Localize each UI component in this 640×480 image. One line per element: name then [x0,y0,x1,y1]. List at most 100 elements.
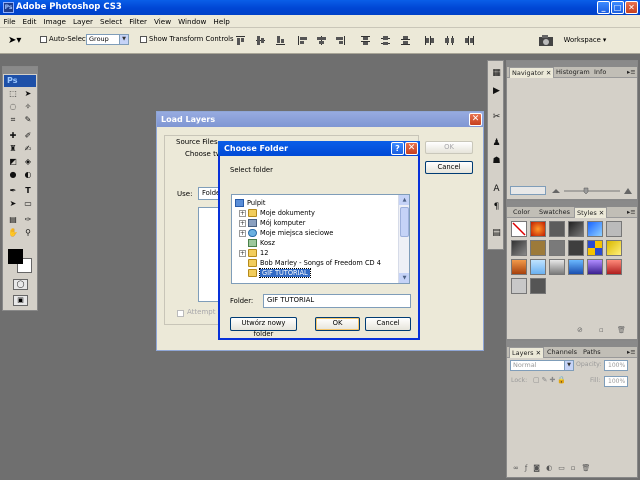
load-layers-ok-button[interactable]: OK [425,141,473,154]
tree-item-pulpit[interactable]: Pulpit [235,198,265,208]
panel-menu-icon[interactable]: ▸≡ [625,207,638,218]
move-tool-icon[interactable]: ➤ [21,88,35,100]
align-vcenter-icon[interactable] [255,35,266,46]
zoom-tool-icon[interactable]: ⚲ [21,227,35,239]
type-tool-icon[interactable]: T [21,185,35,197]
tab-layers[interactable]: Layers ✕ [509,347,545,358]
lock-icons[interactable]: ▢✎✚🔒 [533,376,568,384]
opacity-field[interactable]: 100% [604,360,628,371]
distribute-hcenter-icon[interactable] [444,35,455,46]
eraser-tool-icon[interactable]: ◩ [6,156,20,168]
tab-paths[interactable]: Paths [581,347,603,358]
style-swatch[interactable] [511,278,527,294]
style-swatch[interactable] [511,240,527,256]
layer-actions-bar[interactable]: ∞ƒ◙◐▭▫🗑 [513,464,596,472]
character-dock-icon[interactable]: A [490,183,503,196]
slice-tool-icon[interactable]: ✎ [21,114,35,126]
folder-tree[interactable]: Pulpit + Moje dokumenty + Mój komputer +… [231,194,410,284]
magic-wand-tool-icon[interactable]: ✧ [21,101,35,113]
style-swatch[interactable] [530,221,546,237]
tree-item-bob-marley[interactable]: Bob Marley - Songs of Freedom CD 4 [248,258,381,268]
style-swatch[interactable] [606,259,622,275]
style-swatch[interactable] [568,240,584,256]
distribute-left-icon[interactable] [424,35,435,46]
style-swatch[interactable] [568,259,584,275]
folder-name-input[interactable]: GIF TUTORIAL [263,294,411,308]
healing-brush-tool-icon[interactable]: ✚ [6,130,20,142]
attempt-align-checkbox[interactable] [177,310,184,317]
fill-field[interactable]: 100% [604,376,628,387]
paragraph-dock-icon[interactable]: ¶ [490,201,503,214]
menu-view[interactable]: View [151,15,175,28]
menu-filter[interactable]: Filter [126,15,151,28]
align-top-icon[interactable] [235,35,246,46]
style-swatch[interactable] [606,221,622,237]
expand-icon[interactable]: + [239,220,246,227]
expand-icon[interactable]: + [239,250,246,257]
zoom-level-field[interactable] [510,186,546,195]
paint-bucket-tool-icon[interactable]: ◈ [21,156,35,168]
style-swatch[interactable] [530,240,546,256]
tab-styles[interactable]: Styles ✕ [574,207,608,218]
tree-scrollbar[interactable]: ▲ ▼ [398,195,409,283]
tab-swatches[interactable]: Swatches [537,207,572,218]
panel-menu-icon[interactable]: ▸≡ [625,67,638,78]
choose-folder-close-button[interactable]: ✕ [405,142,418,155]
auto-select-dropdown[interactable]: Group ▼ [86,34,129,45]
info-dock-icon[interactable]: ▤ [490,227,503,240]
path-selection-tool-icon[interactable]: ➤ [6,198,20,210]
style-swatch[interactable] [530,259,546,275]
eyedropper-tool-icon[interactable]: ✑ [21,214,35,226]
expand-icon[interactable]: + [239,230,246,237]
menu-image[interactable]: Image [40,15,70,28]
tab-navigator[interactable]: Navigator ✕ [509,67,555,78]
style-swatch[interactable] [511,259,527,275]
tree-item-kosz[interactable]: Kosz [248,238,275,248]
zoom-slider[interactable] [550,186,634,196]
style-swatch[interactable] [530,278,546,294]
distribute-right-icon[interactable] [464,35,475,46]
tab-color[interactable]: Color [511,207,532,218]
delete-style-icon[interactable]: 🗑 [617,326,626,334]
tree-item-moj-komputer[interactable]: Mój komputer [248,218,305,228]
distribute-vcenter-icon[interactable] [380,35,391,46]
style-swatch[interactable] [549,240,565,256]
menu-layer[interactable]: Layer [69,15,96,28]
maximize-button[interactable]: □ [611,1,624,14]
load-layers-close-icon[interactable]: ✕ [469,113,482,126]
move-tool-preset-icon[interactable]: ➤▾ [8,35,28,47]
style-swatch[interactable] [549,259,565,275]
menu-help[interactable]: Help [210,15,233,28]
crop-tool-icon[interactable]: ⌗ [6,114,20,126]
align-right-icon[interactable] [335,35,346,46]
tab-histogram[interactable]: Histogram [554,67,592,78]
new-style-icon[interactable]: ▫ [599,326,604,334]
scroll-up-icon[interactable]: ▲ [399,195,409,205]
choose-folder-cancel-button[interactable]: Cancel [365,317,411,331]
style-swatch[interactable] [587,259,603,275]
layer-comps-dock-icon[interactable]: ✂ [490,111,503,124]
pen-tool-icon[interactable]: ✒ [6,185,20,197]
minimize-button[interactable]: _ [597,1,610,14]
style-swatch[interactable] [606,240,622,256]
tab-channels[interactable]: Channels [545,347,579,358]
lasso-tool-icon[interactable]: ◌ [6,101,20,113]
brush-tool-icon[interactable]: ✐ [21,130,35,142]
tree-item-moje-dokumenty[interactable]: Moje dokumenty [248,208,315,218]
marquee-tool-icon[interactable]: ⬚ [6,88,20,100]
workspace-menu-button[interactable]: Workspace ▾ [559,33,611,47]
tree-item-gif-tutorial[interactable]: GIF TUTORIAL [248,268,311,278]
tree-item-moje-miejsca-sieciowe[interactable]: Moje miejsca sieciowe [248,228,333,238]
clear-style-icon[interactable]: ⊘ [577,326,583,334]
menu-file[interactable]: File [0,15,19,28]
clone-stamp-tool-icon[interactable]: ♜ [6,143,20,155]
scroll-down-icon[interactable]: ▼ [399,273,409,283]
align-hcenter-icon[interactable] [316,35,327,46]
blend-mode-dropdown[interactable]: Normal ▼ [510,360,574,371]
notes-tool-icon[interactable]: ▤ [6,214,20,226]
blur-tool-icon[interactable]: ● [6,169,20,181]
tools-ps-logo[interactable]: Ps [4,75,36,87]
menu-select[interactable]: Select [97,15,126,28]
tree-item-12[interactable]: 12 [248,248,268,258]
tools-panel-header[interactable] [3,67,37,74]
